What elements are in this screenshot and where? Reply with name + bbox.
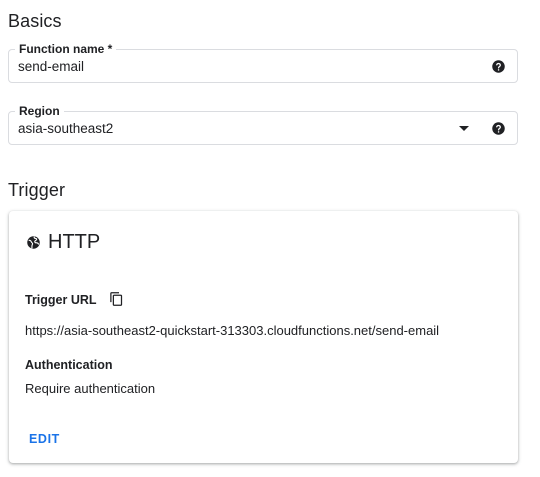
arrow-drop-down-icon[interactable]	[459, 126, 469, 131]
region-label: Region	[15, 104, 64, 118]
help-icon[interactable]	[491, 121, 506, 136]
function-name-label: Function name *	[15, 42, 117, 56]
trigger-card: HTTP Trigger URL https://asia-southeast2…	[9, 211, 518, 463]
trigger-url-label: Trigger URL	[25, 293, 97, 307]
basics-heading: Basics	[8, 11, 62, 31]
trigger-url[interactable]: https://asia-southeast2-quickstart-31330…	[25, 323, 439, 339]
trigger-type: HTTP	[48, 231, 101, 253]
region-value[interactable]: asia-southeast2	[18, 121, 113, 137]
region-select[interactable]: Region asia-southeast2	[8, 104, 518, 145]
help-icon[interactable]	[491, 59, 506, 74]
function-config-panel: Basics Function name * send-email Region…	[0, 0, 540, 477]
authentication-label: Authentication	[25, 358, 113, 372]
function-name-field[interactable]: Function name * send-email	[8, 42, 518, 83]
copy-icon[interactable]	[109, 291, 124, 307]
globe-icon	[26, 235, 41, 250]
authentication-value: Require authentication	[25, 381, 156, 396]
function-name-value[interactable]: send-email	[18, 59, 84, 75]
trigger-heading: Trigger	[8, 180, 66, 200]
edit-button[interactable]: EDIT	[21, 429, 68, 449]
